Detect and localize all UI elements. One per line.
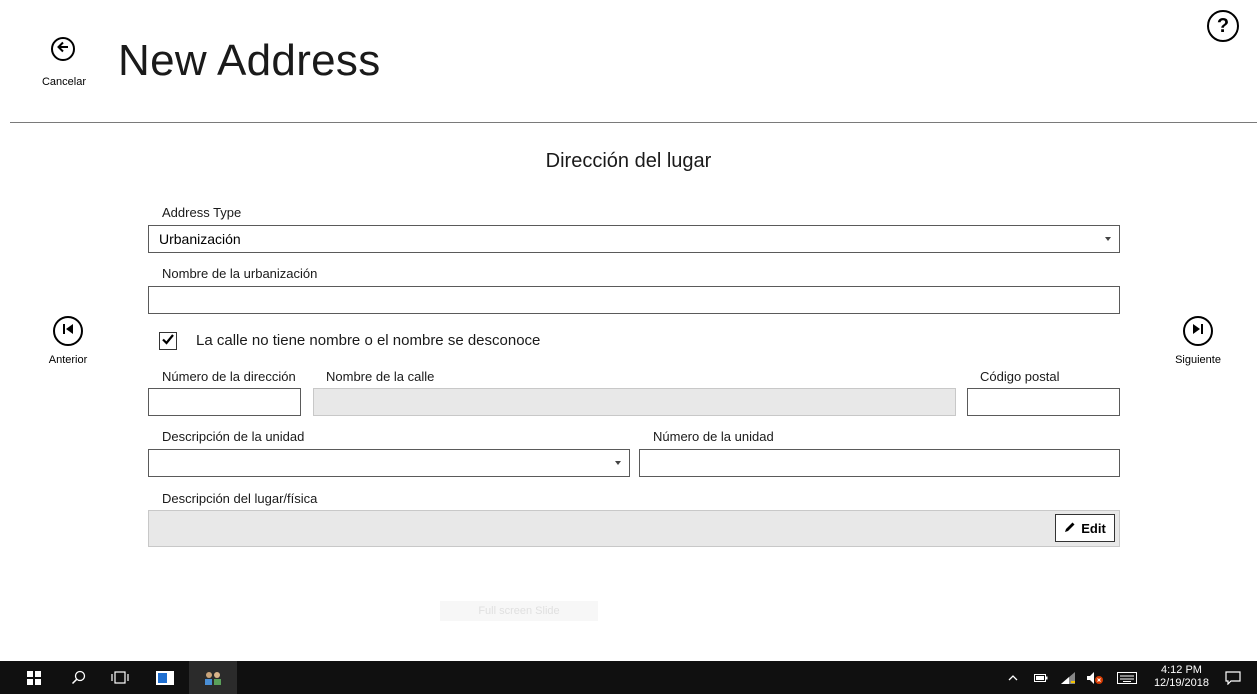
cancel-button[interactable]: [51, 37, 75, 61]
windows-start-icon[interactable]: [20, 661, 48, 694]
edit-label: Edit: [1081, 520, 1106, 536]
action-center-icon[interactable]: [1219, 661, 1247, 694]
address-number-label: Número de la dirección: [162, 369, 296, 384]
system-clock[interactable]: 4:12 PM 12/19/2018: [1154, 664, 1209, 690]
header-divider: [10, 122, 1257, 123]
chevron-down-icon: [615, 461, 621, 465]
network-icon[interactable]: [1057, 661, 1079, 694]
address-type-value: Urbanización: [159, 231, 241, 247]
next-label: Siguiente: [1175, 354, 1221, 366]
place-description-label: Descripción del lugar/física: [162, 491, 318, 506]
next-button[interactable]: [1183, 316, 1213, 346]
clock-time: 4:12 PM: [1160, 664, 1202, 676]
keyboard-icon[interactable]: [1114, 661, 1140, 694]
chevron-up-icon[interactable]: [1003, 661, 1023, 694]
task-view-icon[interactable]: [106, 661, 134, 694]
street-name-input: [313, 388, 956, 416]
edit-button[interactable]: Edit: [1055, 514, 1115, 542]
page-title: New Address: [118, 36, 381, 85]
search-icon[interactable]: [64, 661, 92, 694]
postal-code-label: Código postal: [980, 369, 1060, 384]
unit-number-label: Número de la unidad: [653, 429, 774, 444]
taskbar: 4:12 PM 12/19/2018: [0, 661, 1257, 694]
app-window-icon[interactable]: [151, 661, 179, 694]
skip-next-icon: [1191, 322, 1205, 340]
skip-previous-icon: [61, 322, 75, 340]
unit-description-label: Descripción de la unidad: [162, 429, 305, 444]
checkmark-icon: [161, 332, 175, 351]
battery-icon[interactable]: [1030, 661, 1052, 694]
cancel-label: Cancelar: [41, 76, 87, 88]
question-icon: ?: [1216, 14, 1230, 37]
street-name-label: Nombre de la calle: [326, 369, 435, 384]
no-street-name-label: La calle no tiene nombre o el nombre se …: [196, 332, 541, 349]
no-street-name-checkbox[interactable]: [159, 332, 177, 350]
full-screen-button[interactable]: Full screen Slide: [440, 601, 598, 621]
postal-code-input[interactable]: [967, 388, 1120, 416]
arrow-left-icon: [56, 40, 70, 59]
previous-button[interactable]: [53, 316, 83, 346]
volume-muted-icon[interactable]: [1083, 661, 1107, 694]
place-description-field: [148, 510, 1120, 547]
unit-number-input[interactable]: [639, 449, 1120, 477]
pencil-icon: [1064, 521, 1076, 536]
section-title: Dirección del lugar: [545, 150, 712, 172]
address-type-label: Address Type: [162, 205, 242, 220]
help-button[interactable]: ?: [1207, 10, 1239, 42]
people-app-icon[interactable]: [199, 661, 227, 694]
address-type-select[interactable]: Urbanización: [148, 225, 1120, 253]
unit-description-select[interactable]: [148, 449, 630, 477]
previous-label: Anterior: [48, 354, 88, 366]
urbanization-name-label: Nombre de la urbanización: [162, 266, 318, 281]
chevron-down-icon: [1105, 237, 1111, 241]
urbanization-name-input[interactable]: [148, 286, 1120, 314]
clock-date: 12/19/2018: [1153, 677, 1209, 689]
address-number-input[interactable]: [148, 388, 301, 416]
